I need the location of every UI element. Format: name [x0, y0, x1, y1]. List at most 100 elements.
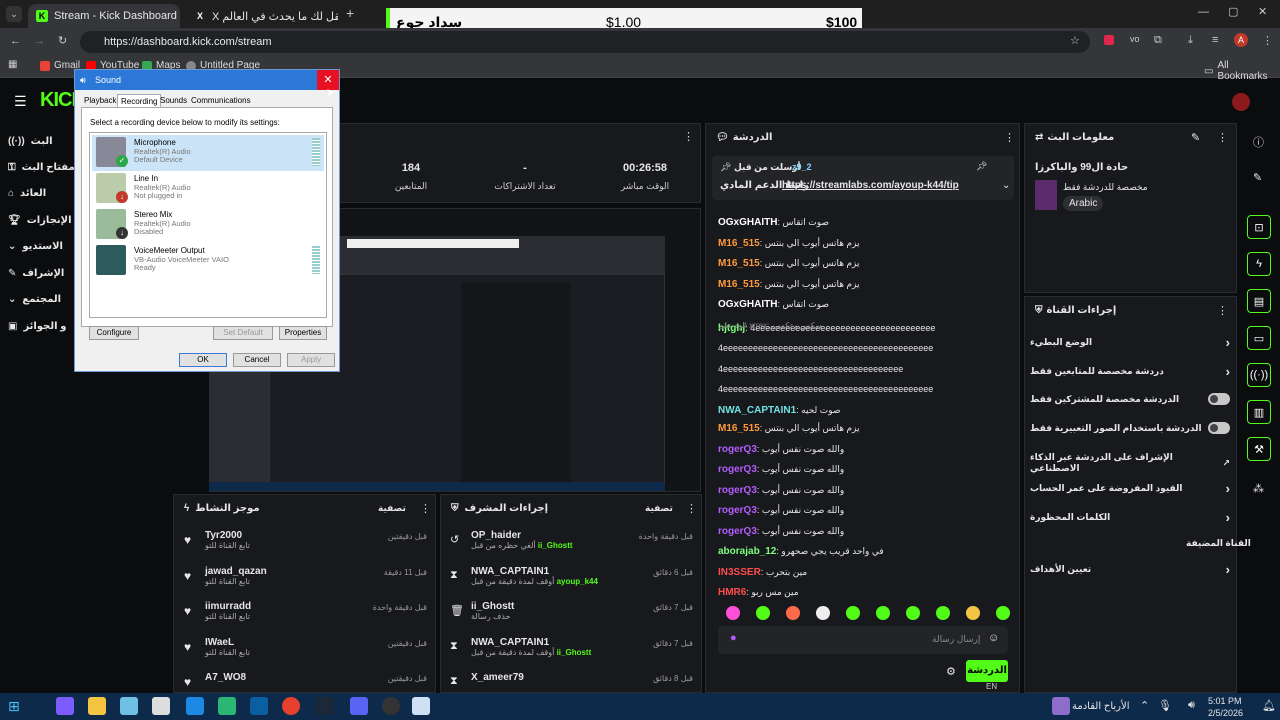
channel-action-row[interactable]: الإشراف على الدردشة عبر الذكاء الاصطناعي…	[1030, 452, 1230, 474]
nav-studio[interactable]: ⌄ الاستديو	[8, 241, 63, 252]
apps-grid-icon[interactable]: ▦	[8, 59, 17, 70]
nav-moderation[interactable]: ✎ الإشراف	[8, 268, 64, 279]
hamburger-menu-icon[interactable]: ☰	[14, 93, 27, 110]
chat-username[interactable]: M16_515	[718, 279, 760, 290]
channel-action-row[interactable]: الكلمات المحظورة ›	[1030, 510, 1230, 525]
emote-icon[interactable]	[786, 606, 800, 620]
activity-username[interactable]: IWaeL	[205, 637, 250, 648]
mod-action-by[interactable]: ii_Ghostt	[557, 648, 592, 657]
tab-x[interactable]: X X يتقل لك ما يحدث في العالم / X ✕	[186, 4, 338, 28]
new-tab-icon[interactable]: +	[346, 5, 354, 21]
discord-icon[interactable]	[350, 697, 368, 715]
emote-icon[interactable]	[996, 606, 1010, 620]
restore-icon[interactable]: ▢	[1228, 5, 1238, 18]
weather-text[interactable]: الأرباح القادمة	[1072, 701, 1129, 712]
media-icon[interactable]: ≡	[1212, 34, 1218, 46]
device-microphone[interactable]: ✓ Microphone Realtek(R) Audio Default Devi…	[92, 135, 324, 171]
chat-input[interactable]: ● إرسال رسالة ☺	[718, 626, 1008, 654]
download-icon[interactable]: ⤓	[1188, 34, 1193, 47]
chat-username[interactable]: HMR6	[718, 587, 746, 598]
reload-icon[interactable]: ↻	[58, 34, 67, 47]
url-input[interactable]: https://dashboard.kick.com/stream	[80, 31, 1090, 53]
extension-icon[interactable]	[1104, 35, 1114, 45]
media-player-icon[interactable]	[250, 697, 268, 715]
info-menu-icon[interactable]: ⋮	[1217, 131, 1228, 144]
toggle-switch[interactable]	[1208, 393, 1230, 405]
chat-menu-icon[interactable]: ⋮	[1004, 131, 1015, 144]
nav-revenue[interactable]: ⌂ العائد	[8, 188, 46, 199]
bookmark-star-icon[interactable]: ☆	[1070, 34, 1080, 47]
edge-icon[interactable]	[218, 697, 236, 715]
chat-username[interactable]: M16_515	[718, 423, 760, 434]
windows-start-icon[interactable]: ⊞	[8, 698, 20, 715]
lightning-icon[interactable]: ϟ	[1247, 252, 1271, 276]
extension-icon[interactable]: vo	[1130, 34, 1140, 44]
chat-settings-icon[interactable]: ⚙	[946, 665, 956, 678]
emote-icon[interactable]	[906, 606, 920, 620]
ok-button[interactable]: OK	[179, 353, 227, 367]
chat-username[interactable]: aborajab_12	[718, 546, 776, 557]
channel-actions-menu-icon[interactable]: ⋮	[1217, 304, 1228, 317]
tab-search-icon[interactable]: ⌄	[6, 6, 22, 22]
set-goals-row[interactable]: تعيين الأهداف ›	[1030, 562, 1230, 577]
document-icon[interactable]: ▤	[1247, 289, 1271, 313]
notifications-icon[interactable]: 🔔︎	[1262, 699, 1276, 712]
emote-icon[interactable]	[846, 606, 860, 620]
nav-stream[interactable]: ((·)) البث	[8, 136, 53, 147]
chat-username[interactable]: OGxGHAITH	[718, 217, 777, 228]
sound-app-icon[interactable]	[412, 697, 430, 715]
mod-action-by[interactable]: ii_Ghostt	[538, 541, 573, 550]
mod-action-username[interactable]: X_ameer79	[471, 672, 524, 683]
chat-username[interactable]: rogerQ3	[718, 526, 757, 537]
emote-icon[interactable]	[816, 606, 830, 620]
browser-menu-icon[interactable]: ⋮	[1262, 34, 1273, 47]
emote-icon[interactable]	[756, 606, 770, 620]
activity-username[interactable]: A7_WO8	[205, 672, 246, 683]
activity-username[interactable]: iimurradd	[205, 601, 251, 612]
mic-icon[interactable]: ●	[730, 632, 737, 644]
nav-community[interactable]: ⌄ المجتمع	[8, 294, 61, 305]
steam-icon[interactable]	[316, 697, 334, 715]
nav-stream-key[interactable]: ⚿ مفتاح البث	[8, 162, 75, 173]
channel-action-row[interactable]: القيود المفروضة على عمر الحساب ›	[1030, 481, 1230, 496]
chat-username[interactable]: M16_515	[718, 238, 760, 249]
properties-button[interactable]: Properties	[279, 326, 327, 340]
tab-kick-dashboard[interactable]: K Stream - Kick Dashboard ✕	[28, 4, 180, 28]
chat-username[interactable]: NWA_CAPTAIN1	[718, 405, 796, 416]
device-stereo-mix[interactable]: ↓ Stereo Mix Realtek(R) Audio Disabled	[92, 207, 324, 243]
chat-bubble-icon[interactable]: ▭	[1247, 326, 1271, 350]
chat-username[interactable]: M16_515	[718, 258, 760, 269]
chrome-icon[interactable]	[282, 697, 300, 715]
close-window-icon[interactable]: ✕	[1258, 5, 1267, 18]
channel-action-row[interactable]: الدردشة مخصصة للمشتركين فقط	[1030, 393, 1230, 405]
mod-action-username[interactable]: NWA_CAPTAIN1	[471, 637, 591, 648]
mic-tray-icon[interactable]: 🎙︎	[1158, 699, 1172, 712]
mod-action-by[interactable]: ayoup_k44	[557, 577, 598, 586]
mod-action-username[interactable]: NWA_CAPTAIN1	[471, 566, 598, 577]
language-indicator-visible[interactable]: EN	[986, 682, 997, 691]
nav-achievements[interactable]: 🏆︎ الإنجازات	[8, 215, 72, 226]
chat-username[interactable]: rogerQ3	[718, 464, 757, 475]
activity-username[interactable]: Tyr2000	[205, 530, 250, 541]
mod-menu-icon[interactable]: ⋮	[686, 502, 697, 515]
store-icon[interactable]	[152, 697, 170, 715]
back-icon[interactable]: ←	[10, 35, 21, 47]
chat-username[interactable]: rogerQ3	[718, 505, 757, 516]
chat-send-button[interactable]: الدردشة	[966, 660, 1008, 682]
emoji-icon[interactable]: ☺	[988, 632, 999, 644]
minimize-icon[interactable]: —	[1198, 6, 1209, 18]
device-line-in[interactable]: ↓ Line In Realtek(R) Audio Not plugged in	[92, 171, 324, 207]
tab-recording[interactable]: Recording	[117, 94, 162, 108]
mod-action-username[interactable]: OP_haider	[471, 530, 573, 541]
notepad-icon[interactable]	[120, 697, 138, 715]
wrench-icon[interactable]: ⚒	[1247, 437, 1271, 461]
expand-pinned-icon[interactable]: ⌄	[1002, 180, 1010, 191]
forward-icon[interactable]: →	[34, 35, 45, 47]
emote-icon[interactable]	[876, 606, 890, 620]
camera-icon[interactable]: ⊡	[1247, 215, 1271, 239]
cancel-button[interactable]: Cancel	[233, 353, 281, 367]
activity-username[interactable]: jawad_qazan	[205, 566, 267, 577]
activity-filter[interactable]: تصفية	[378, 503, 406, 514]
device-voicemeeter[interactable]: VoiceMeeter Output VB-Audio VoiceMeeter V…	[92, 243, 324, 279]
broadcast-icon[interactable]: ((·))	[1247, 363, 1271, 387]
